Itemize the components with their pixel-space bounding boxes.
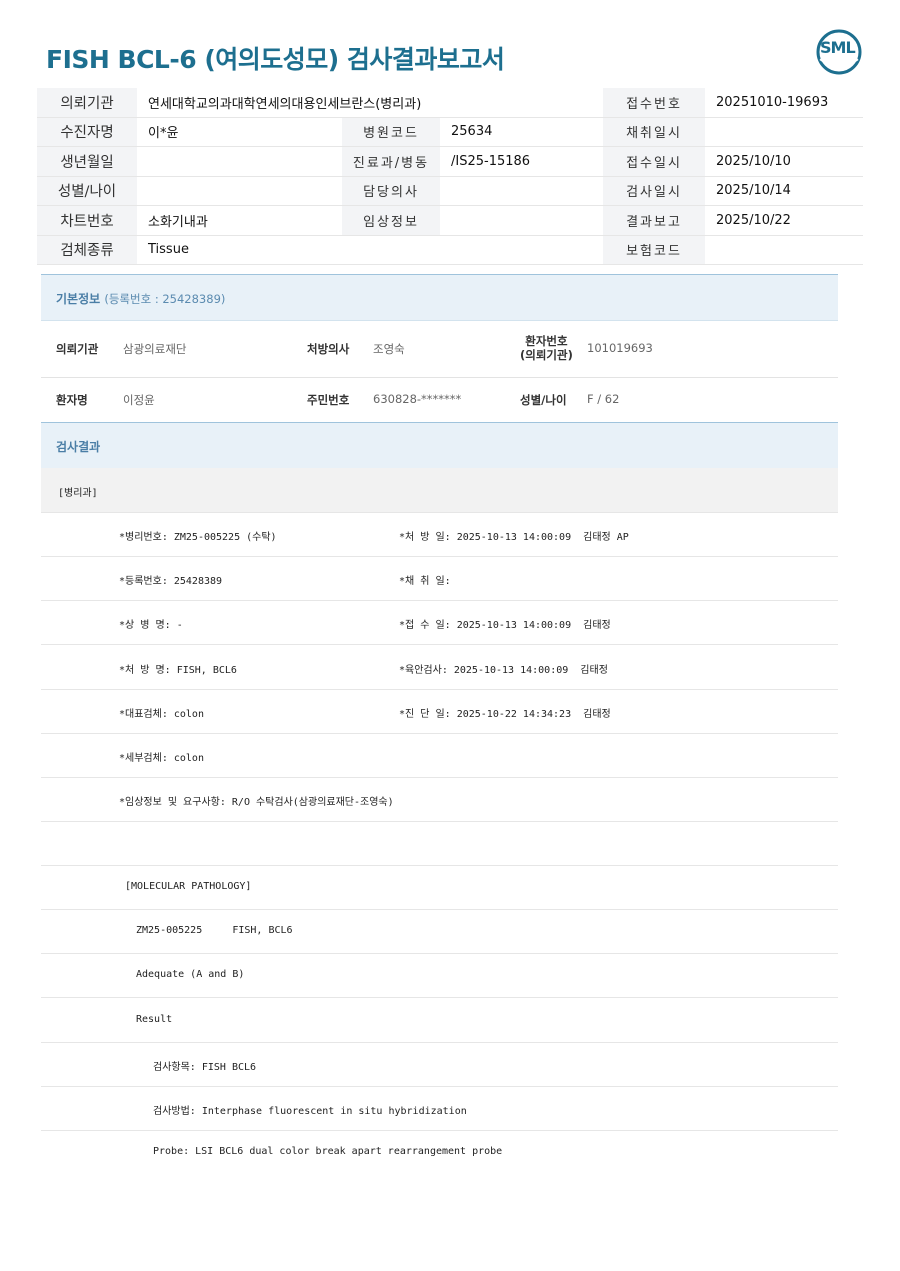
basic-info-title: 기본정보 — [56, 292, 101, 306]
result-right: *채 취 일: — [399, 576, 451, 588]
result-left: *처 방 명: FISH, BCL6 — [119, 664, 237, 676]
header-label: 접수일시 — [603, 146, 706, 177]
result-body-row: Result — [41, 998, 838, 1043]
dept-label: [병리과] — [58, 488, 98, 499]
header-value — [705, 117, 864, 147]
result-row: *상 병 명: - *접 수 일: 2025-10-13 14:00:09 김태정 — [41, 600, 838, 646]
patient-no-label-line-1: 환자번호 — [525, 334, 568, 348]
header-label: 접수번호 — [603, 88, 706, 118]
results-title: 검사결과 — [56, 440, 101, 454]
header-value — [440, 205, 604, 236]
header-row: 생년월일 진료과/병동/IS25-15186 접수일시 2025/10/10 — [37, 146, 864, 177]
result-row: *등록번호: 25428389 *채 취 일: — [41, 556, 838, 602]
result-body-row: 검사항목: FISH BCL6 — [41, 1042, 838, 1087]
result-body-text: [MOLECULAR PATHOLOGY] — [125, 881, 252, 892]
header-label: 담당의사 — [342, 176, 440, 206]
sml-logo-text: SML — [820, 38, 856, 57]
result-left: *임상정보 및 요구사항: R/O 수탁검사(삼광의료재단-조영숙) — [119, 797, 394, 809]
sex-age-value: F / 62 — [587, 392, 620, 406]
results-header: 검사결과 — [41, 422, 838, 469]
patient-name-value: 이정윤 — [123, 393, 155, 407]
sex-age-label: 성별/나이 — [520, 393, 567, 407]
basic-info-row-2: 환자명 이정윤 주민번호 630828-******* 성별/나이 F / 62 — [41, 378, 838, 422]
header-row: 성별/나이 담당의사 검사일시 2025/10/14 — [37, 176, 864, 206]
header-label: 검체종류 — [37, 235, 137, 265]
result-row: *임상정보 및 요구사항: R/O 수탁검사(삼광의료재단-조영숙) — [41, 777, 838, 823]
header-label: 차트번호 — [37, 205, 137, 236]
result-right: *접 수 일: 2025-10-13 14:00:09 김태정 — [399, 620, 611, 632]
header-value — [137, 146, 342, 177]
header-value: 2025/10/22 — [705, 205, 864, 236]
result-row: *세부검체: colon — [41, 733, 838, 778]
result-right: *육안검사: 2025-10-13 14:00:09 김태정 — [399, 664, 608, 676]
header-label: 채취일시 — [603, 117, 706, 147]
result-body-text: ZM25-005225 FISH, BCL6 — [136, 925, 293, 937]
header-value: /IS25-15186 — [440, 146, 604, 177]
header-value: 2025/10/14 — [705, 176, 864, 206]
req-org-value: 삼광의료재단 — [123, 342, 187, 356]
result-row: *처 방 명: FISH, BCL6 *육안검사: 2025-10-13 14:0… — [41, 645, 838, 690]
header-label: 생년월일 — [37, 146, 137, 177]
result-body-row: [MOLECULAR PATHOLOGY] — [41, 865, 838, 910]
result-left: *병리번호: ZM25-005225 (수탁) — [119, 532, 277, 543]
patient-no-label-line-2: (의뢰기관) — [520, 348, 573, 362]
doctor-label: 처방의사 — [307, 342, 350, 356]
header-label: 수진자명 — [37, 117, 137, 147]
header-value: 2025/10/10 — [705, 146, 864, 177]
header-label: 보험코드 — [603, 235, 706, 265]
header-value — [137, 176, 342, 206]
req-org-label: 의뢰기관 — [56, 342, 99, 356]
result-body-row: ZM25-005225 FISH, BCL6 — [41, 909, 838, 955]
result-body-row: 검사방법: Interphase fluorescent in situ hyb… — [41, 1086, 838, 1131]
header-value: 이*윤 — [137, 117, 342, 147]
dept-row: [병리과] — [41, 468, 838, 513]
result-left: *세부검체: colon — [119, 753, 204, 764]
header-value: 소화기내과 — [137, 205, 342, 236]
rrn-label: 주민번호 — [307, 393, 350, 407]
result-body-row: Probe: LSI BCL6 dual color break apart r… — [41, 1130, 838, 1174]
result-row: *병리번호: ZM25-005225 (수탁) *처 방 일: 2025-10-1… — [41, 512, 838, 557]
header-label: 성별/나이 — [37, 176, 137, 206]
header-row: 의뢰기관 연세대학교의과대학연세의대용인세브란스(병리과) 접수번호 20251010… — [37, 88, 864, 118]
result-body-row: Adequate (A and B) — [41, 953, 838, 999]
header-value: Tissue — [137, 235, 604, 265]
header-label: 결과보고 — [603, 205, 706, 236]
header-label: 의뢰기관 — [37, 88, 137, 118]
header-row: 차트번호 소화기내과 임상정보 결과보고 2025/10/22 — [37, 205, 864, 236]
header-label: 임상정보 — [342, 205, 440, 236]
rrn-value: 630828-******* — [373, 392, 462, 406]
patient-name-label: 환자명 — [56, 393, 88, 407]
result-right: *진 단 일: 2025-10-22 14:34:23 김태정 — [399, 708, 611, 720]
result-left: *등록번호: 25428389 — [119, 576, 223, 588]
result-body-text: Adequate (A and B) — [136, 969, 245, 981]
result-body-text: 검사항목: FISH BCL6 — [153, 1061, 257, 1073]
basic-info-subtitle: (등록번호 : 25428389) — [104, 292, 226, 306]
header-value — [705, 235, 864, 265]
basic-info-header: 기본정보 (등록번호 : 25428389) — [41, 274, 838, 321]
report-title: FISH BCL-6 (여의도성모) 검사결과보고서 — [46, 45, 505, 74]
header-row: 수진자명 이*윤 병원코드 25634 채취일시 — [37, 117, 864, 147]
result-left: *대표검체: colon — [119, 708, 204, 720]
result-body-text: Result — [136, 1013, 173, 1025]
header-value: 25634 — [440, 117, 604, 147]
blank-row — [41, 821, 838, 866]
header-label: 진료과/병동 — [342, 146, 440, 177]
header-value: 20251010-19693 — [705, 88, 864, 118]
header-row: 검체종류 Tissue 보험코드 — [37, 235, 864, 265]
header-value: 연세대학교의과대학연세의대용인세브란스(병리과) — [137, 88, 604, 118]
header-value — [440, 176, 604, 206]
patient-no-value: 101019693 — [587, 341, 653, 355]
patient-no-label: 환자번호 (의뢰기관) — [520, 334, 573, 362]
result-body-text: 검사방법: Interphase fluorescent in situ hyb… — [153, 1106, 467, 1117]
result-body-text: Probe: LSI BCL6 dual color break apart r… — [153, 1146, 503, 1158]
header-table: 의뢰기관 연세대학교의과대학연세의대용인세브란스(병리과) 접수번호 20251010… — [37, 88, 864, 265]
header-label: 검사일시 — [603, 176, 706, 206]
result-left: *상 병 명: - — [119, 620, 183, 632]
header-label: 병원코드 — [342, 117, 440, 147]
result-right: *처 방 일: 2025-10-13 14:00:09 김태정 AP — [399, 532, 629, 543]
doctor-value: 조영숙 — [373, 342, 405, 356]
basic-info-row-1: 의뢰기관 삼광의료재단 처방의사 조영숙 환자번호 (의뢰기관) 1010196… — [41, 320, 838, 378]
result-row: *대표검체: colon *진 단 일: 2025-10-22 14:34:23 … — [41, 689, 838, 734]
